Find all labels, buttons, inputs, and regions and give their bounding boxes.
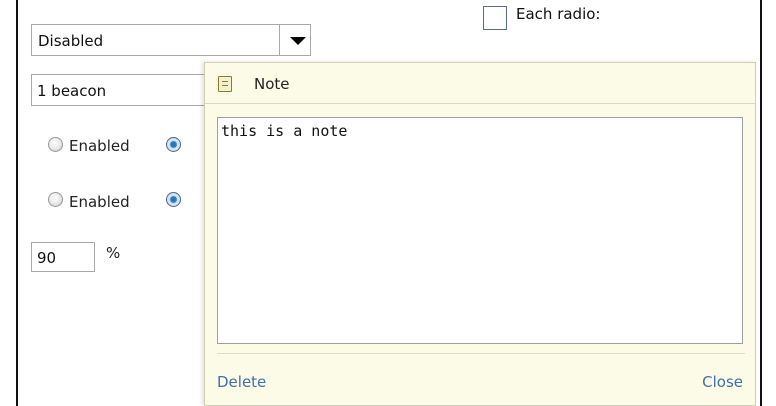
- note-footer-divider: [217, 353, 745, 354]
- delete-link[interactable]: Delete: [217, 373, 266, 391]
- chevron-down-icon[interactable]: [290, 37, 306, 45]
- each-radio-label: Each radio:: [516, 5, 601, 23]
- percent-value: 90: [37, 249, 57, 267]
- note-text: this is a note: [221, 122, 348, 140]
- note-header: Note: [205, 63, 755, 104]
- beacon-value: 1 beacon: [37, 82, 107, 100]
- each-radio-checkbox[interactable]: [483, 6, 507, 30]
- radio-option-1-selected[interactable]: [166, 137, 181, 152]
- radio-enabled-1[interactable]: [48, 137, 63, 152]
- radio-enabled-1-label: Enabled: [69, 137, 130, 155]
- radio-enabled-2[interactable]: [48, 192, 63, 207]
- close-link[interactable]: Close: [702, 373, 743, 391]
- radio-option-2-selected[interactable]: [166, 192, 181, 207]
- percent-sign: %: [106, 244, 121, 262]
- mode-select-value: Disabled: [38, 32, 104, 50]
- radio-enabled-2-label: Enabled: [69, 193, 130, 211]
- note-popup: Note this is a note Delete Close: [204, 62, 756, 406]
- frame-border-left: [16, 0, 18, 406]
- note-textarea[interactable]: this is a note: [217, 117, 743, 344]
- beacon-input[interactable]: 1 beacon: [31, 74, 211, 106]
- frame-border-right: [760, 0, 762, 406]
- select-divider: [279, 25, 280, 55]
- note-title: Note: [254, 75, 290, 93]
- percent-input[interactable]: 90: [31, 242, 95, 272]
- note-icon: [218, 76, 232, 92]
- mode-select[interactable]: Disabled: [31, 24, 311, 56]
